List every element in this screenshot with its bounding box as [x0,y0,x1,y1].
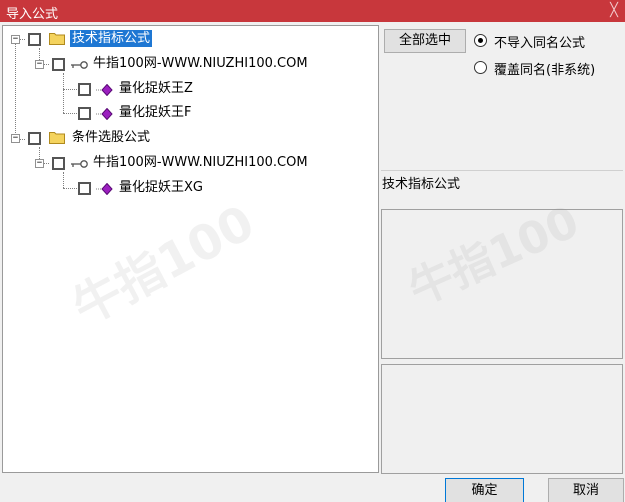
formula-tree[interactable]: 牛指100 − 技术指标公式 − 牛指100网-WWW.NIUZHI100.CO… [2,25,379,473]
checkbox[interactable] [52,157,65,170]
checkbox[interactable] [78,182,91,195]
checkbox[interactable] [78,107,91,120]
tree-node-label[interactable]: 牛指100网-WWW.NIUZHI100.COM [93,55,308,72]
category-label: 技术指标公式 [382,177,461,192]
folder-icon [49,132,65,144]
watermark: 牛指100 [63,194,264,337]
cancel-button[interactable]: 取消 [548,478,624,502]
expander-icon[interactable]: − [35,60,44,69]
formula-description-box[interactable]: 牛指100 [381,196,623,359]
close-icon[interactable]: ╳ [603,0,625,22]
expander-icon[interactable]: − [35,159,44,168]
radio-label: 不导入同名公式 [494,36,586,51]
select-all-button[interactable]: 全部选中 [384,29,466,53]
radio-label: 覆盖同名(非系统) [494,63,596,78]
tree-line [63,73,64,113]
tree-line [63,113,77,114]
gem-icon [96,183,113,195]
checkbox[interactable] [28,33,41,46]
radio-button[interactable] [474,61,487,74]
tree-node-label[interactable]: 量化捉妖王XG [119,179,203,196]
expander-icon[interactable]: − [11,134,20,143]
title-bar: 导入公式 ╳ [0,0,625,22]
window-title: 导入公式 [6,7,59,22]
ok-button[interactable]: 确定 [445,478,524,502]
tree-line [63,188,77,189]
tree-line [63,89,77,90]
expander-icon[interactable]: − [11,35,20,44]
key-icon [71,61,88,69]
key-icon [71,160,88,168]
tree-node-label[interactable]: 量化捉妖王F [119,104,191,121]
tree-node-label[interactable]: 牛指100网-WWW.NIUZHI100.COM [93,154,308,171]
radio-button[interactable] [474,34,487,47]
gem-icon [96,84,113,96]
tree-node-label[interactable]: 技术指标公式 [70,30,153,47]
checkbox[interactable] [28,132,41,145]
gem-icon [96,108,113,120]
checkbox[interactable] [52,58,65,71]
formula-params-box[interactable] [381,364,623,474]
tree-line [63,172,64,188]
checkbox[interactable] [78,83,91,96]
tree-node-label[interactable]: 条件选股公式 [72,129,150,146]
tree-node-label[interactable]: 量化捉妖王Z [119,80,193,97]
radio-skip-duplicates[interactable]: 不导入同名公式 [474,32,619,51]
folder-icon [49,33,65,45]
radio-overwrite-duplicates[interactable]: 覆盖同名(非系统) [474,59,622,78]
tree-line [15,41,16,139]
